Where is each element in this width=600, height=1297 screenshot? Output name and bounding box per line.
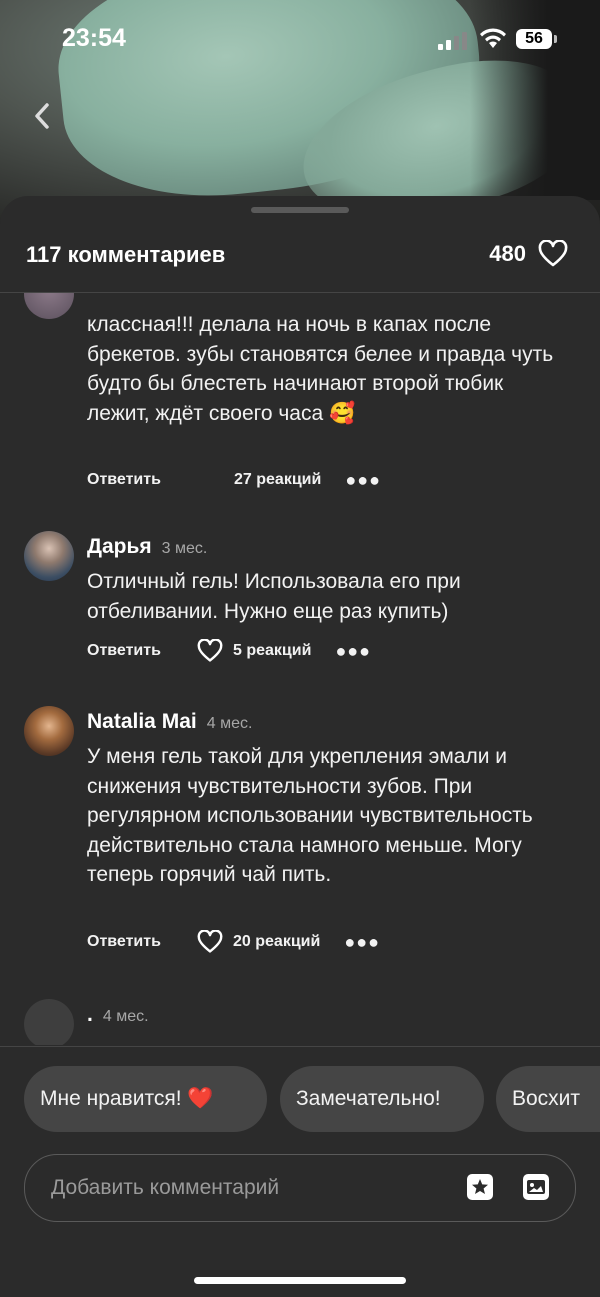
avatar[interactable] (24, 293, 74, 319)
heart-outline-icon[interactable] (197, 639, 223, 663)
battery-indicator: 56 (516, 29, 557, 49)
quick-reaction-chip[interactable]: Замечательно! (280, 1066, 484, 1132)
comment-input[interactable] (49, 1155, 453, 1221)
comment-composer (24, 1154, 576, 1222)
wifi-icon (480, 28, 506, 48)
comment-text: классная!!! делала на ночь в капах после… (87, 313, 554, 425)
comment-text: У меня гель такой для укрепления эмали и… (87, 745, 533, 886)
comments-count: 117 комментариев (26, 242, 226, 267)
more-dots-icon[interactable]: ●●● (345, 470, 381, 491)
avatar[interactable] (24, 999, 74, 1045)
likes-button[interactable]: 480 (489, 240, 568, 268)
reply-button[interactable]: Ответить (87, 933, 197, 951)
quick-reaction-chip[interactable]: Восхит (496, 1066, 600, 1132)
comments-header: 117 комментариев 480 (0, 232, 600, 293)
divider (0, 1046, 600, 1047)
sheet-grabber[interactable] (251, 207, 349, 213)
comment-author[interactable]: .4 мес. (87, 1003, 149, 1027)
image-icon[interactable] (521, 1172, 551, 1202)
more-dots-icon[interactable]: ●●● (335, 641, 371, 662)
avatar[interactable] (24, 706, 74, 756)
reply-button[interactable]: Ответить (87, 471, 192, 489)
status-bar: 23:54 56 (0, 0, 600, 80)
heart-outline-icon[interactable] (197, 930, 223, 954)
cellular-signal-icon (438, 30, 467, 50)
comment-actions: Ответить 20 реакций ●●● (87, 927, 380, 957)
heart-outline-icon (538, 240, 568, 267)
avatar[interactable] (24, 531, 74, 581)
comment-actions: Ответить 27 реакций ●●● (87, 465, 381, 495)
status-time: 23:54 (62, 24, 126, 52)
likes-count: 480 (489, 241, 526, 266)
back-button[interactable] (32, 100, 62, 140)
comments-sheet: 117 комментариев 480 классная!!! делала … (0, 196, 600, 1297)
chevron-left-icon (35, 103, 49, 129)
comment-author[interactable]: Natalia Mai 4 мес. (87, 710, 252, 734)
reply-button[interactable]: Ответить (87, 642, 197, 660)
quick-reactions: Мне нравится! ❤️ Замечательно! Восхит (0, 1066, 600, 1134)
sticker-icon[interactable] (465, 1172, 495, 1202)
more-dots-icon[interactable]: ●●● (344, 932, 380, 953)
reactions-count[interactable]: 5 реакций (233, 642, 311, 660)
comment-age: 3 мес. (161, 540, 208, 557)
comment-age: 4 мес. (102, 1008, 149, 1025)
reactions-count[interactable]: 27 реакций (234, 471, 321, 489)
comment-actions: Ответить 5 реакций ●●● (87, 636, 371, 666)
comment-age: 4 мес. (206, 715, 253, 732)
reactions-count[interactable]: 20 реакций (233, 933, 320, 951)
comments-list: классная!!! делала на ночь в капах после… (0, 293, 600, 1045)
home-indicator (194, 1277, 406, 1284)
comment-author[interactable]: Дарья 3 мес. (87, 535, 207, 559)
comment-text: Отличный гель! Использовала его при отбе… (87, 570, 461, 623)
quick-reaction-chip[interactable]: Мне нравится! ❤️ (24, 1066, 267, 1132)
